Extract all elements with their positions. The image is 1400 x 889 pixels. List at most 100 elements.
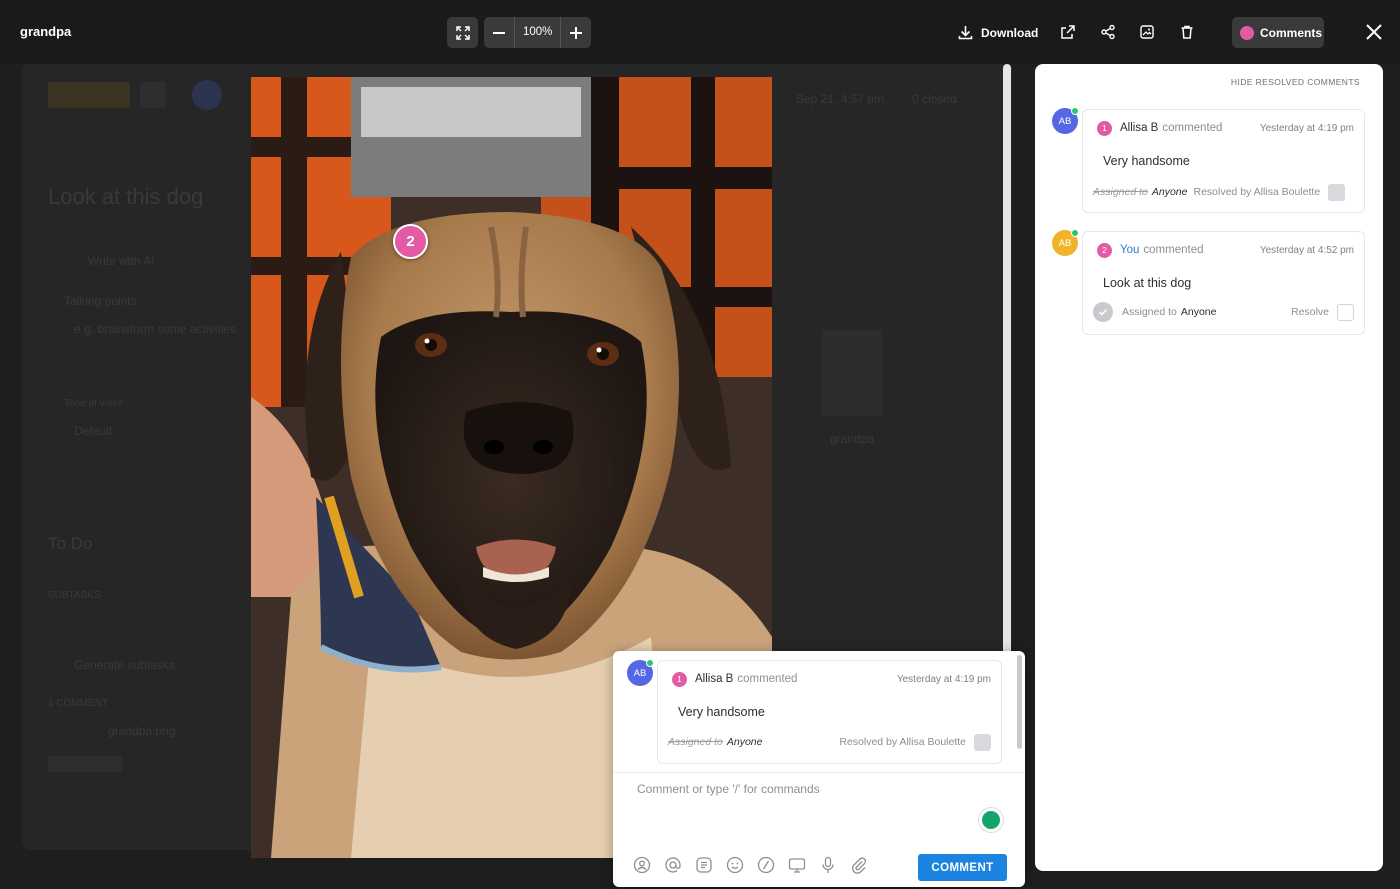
comments-label: Comments [1260, 25, 1323, 40]
comment-verb: commented [737, 673, 798, 685]
resolved-bar [48, 756, 122, 772]
comment-header: 1 Allisa B commented Yesterday at 4:19 p… [672, 671, 991, 687]
screen-record-icon[interactable] [788, 856, 806, 874]
avatar: AB [1052, 229, 1079, 256]
resolved-by: Resolved by Allisa Boulette [839, 736, 966, 748]
attachment-name: grandpa.png [108, 724, 176, 738]
comment-footer: Assigned to Anyone Resolve [1093, 302, 1354, 322]
zoom-level: 100% [514, 17, 562, 48]
grammarly-icon[interactable] [979, 808, 1003, 832]
comment-number: 1 [672, 671, 687, 687]
comment-time: Yesterday at 4:19 pm [896, 673, 991, 685]
resolve-label: Resolve [1291, 306, 1329, 318]
online-indicator [1071, 229, 1079, 237]
comment-bubble-icon [1240, 25, 1254, 40]
zoom-controls: 100% [447, 17, 592, 48]
zoom-out-button[interactable] [484, 17, 514, 48]
download-label: Download [981, 25, 1039, 40]
share-icon[interactable] [1100, 24, 1116, 40]
avatar-initials: AB [633, 667, 647, 679]
assigned-label: Assigned to [1093, 186, 1148, 198]
zoom-in-button[interactable] [561, 17, 591, 48]
viewer-toolbar: grandpa 100% Download Comments [0, 0, 1400, 64]
mention-icon[interactable] [664, 856, 682, 874]
status-label: To Do [48, 534, 93, 553]
comments-toggle-button[interactable]: Comments [1232, 17, 1324, 48]
comment-footer: Assigned to Anyone Resolved by Allisa Bo… [668, 733, 991, 751]
comment-header: 1 Allisa B commented Yesterday at 4:19 p… [1097, 120, 1354, 136]
subtasks-label: SUBTASKS [48, 590, 101, 601]
attachment-icon[interactable] [850, 856, 868, 874]
write-with-ai: Write with AI [88, 254, 155, 268]
comment-toolbar [633, 856, 868, 874]
online-indicator [1071, 107, 1079, 115]
zoom-pill: 100% [484, 17, 592, 48]
comment-time: Yesterday at 4:19 pm [1259, 122, 1354, 134]
comment-text: Look at this dog [1103, 276, 1192, 290]
comment-author[interactable]: You [1120, 244, 1139, 256]
resolve-checkbox[interactable] [1337, 303, 1354, 321]
minus-icon [493, 31, 505, 34]
comment-count: 1 COMMENT [48, 698, 108, 709]
generate-subtasks: Generate subtasks [74, 658, 175, 672]
download-icon [958, 26, 973, 40]
check-tag [140, 82, 166, 108]
assignee-name[interactable]: Anyone [1181, 306, 1217, 318]
avatar: AB [627, 659, 654, 686]
comment-header: 2 You commented Yesterday at 4:52 pm [1097, 242, 1354, 258]
comment-card: 2 You commented Yesterday at 4:52 pm Loo… [1082, 231, 1365, 335]
assignee-name[interactable]: Anyone [727, 736, 763, 748]
tone-label: Tone of voice [64, 398, 123, 409]
attachment-thumbnail [822, 330, 882, 416]
comment-number: 2 [1097, 242, 1112, 258]
hide-resolved-link[interactable]: HIDE RESOLVED COMMENTS [1231, 77, 1360, 87]
assignee-avatar [192, 80, 222, 110]
comment-author[interactable]: Allisa B [695, 673, 733, 685]
assigned-label: Assigned to [668, 736, 723, 748]
microphone-icon[interactable] [819, 856, 837, 874]
divider [613, 772, 1025, 773]
assign-check-icon[interactable] [1093, 302, 1113, 322]
popup-scrollbar[interactable] [1017, 655, 1022, 749]
comment-footer: Assigned to Anyone Resolved by Allisa Bo… [1093, 183, 1354, 201]
resolve-checkbox[interactable] [1328, 183, 1346, 201]
check-icon [1098, 308, 1108, 316]
comment-verb: commented [1162, 122, 1223, 134]
comment-number: 1 [1097, 120, 1112, 136]
avatar-initials: AB [1058, 115, 1072, 127]
task-title: Look at this dog [48, 184, 204, 209]
emoji-icon[interactable] [726, 856, 744, 874]
assignee-name[interactable]: Anyone [1152, 186, 1188, 198]
online-indicator [646, 659, 654, 667]
fit-screen-button[interactable] [447, 17, 478, 48]
expand-icon [455, 25, 470, 40]
task-icon[interactable] [695, 856, 713, 874]
comment-text: Very handsome [1103, 154, 1190, 168]
trash-icon[interactable] [1179, 24, 1195, 40]
attachment-caption: grandpa [830, 432, 875, 446]
comment-text: Very handsome [678, 705, 765, 719]
submit-comment-button[interactable]: COMMENT [918, 854, 1007, 881]
comment-time: Yesterday at 4:52 pm [1259, 244, 1354, 256]
tone-value: Default [74, 424, 113, 438]
avatar-initials: AB [1058, 237, 1072, 249]
talking-points-input: e.g. brainstorm some activities [74, 322, 237, 336]
download-button[interactable]: Download [958, 17, 1038, 48]
assign-user-icon[interactable] [633, 856, 651, 874]
open-external-icon[interactable] [1060, 24, 1076, 40]
comment-card: 1 Allisa B commented Yesterday at 4:19 p… [657, 660, 1002, 764]
status-tag [48, 82, 130, 108]
assigned-label: Assigned to [1122, 306, 1177, 318]
comment-author[interactable]: Allisa B [1120, 122, 1158, 134]
closed-count: 0 closed [912, 92, 957, 106]
image-icon[interactable] [1139, 24, 1155, 40]
resolved-by: Resolved by Allisa Boulette [1193, 186, 1321, 198]
resolve-checkbox[interactable] [974, 733, 991, 751]
slash-command-icon[interactable] [757, 856, 775, 874]
page-scrollbar[interactable] [1003, 64, 1011, 654]
comment-verb: commented [1143, 244, 1204, 256]
plus-icon [570, 26, 583, 39]
comment-input[interactable]: Comment or type '/' for commands [637, 782, 820, 796]
close-icon[interactable] [1364, 22, 1384, 42]
comment-pin[interactable]: 2 [393, 224, 428, 259]
